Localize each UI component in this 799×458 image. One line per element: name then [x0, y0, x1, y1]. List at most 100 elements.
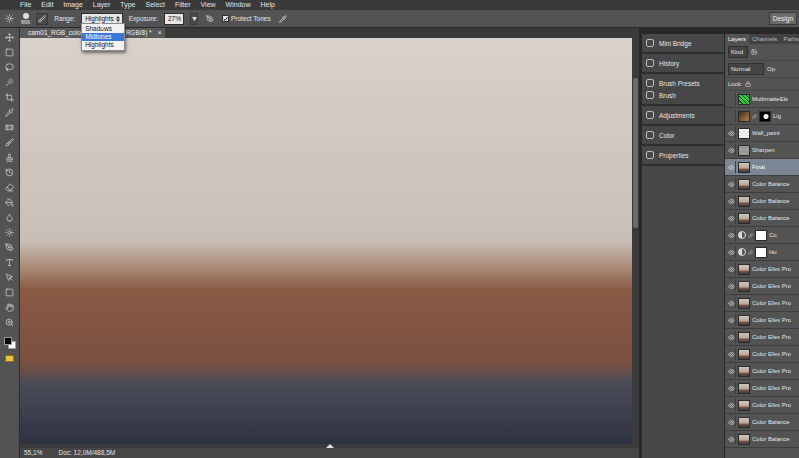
visibility-toggle[interactable] — [727, 263, 736, 275]
menu-item[interactable]: File — [20, 1, 31, 9]
layer-row[interactable]: Co — [725, 227, 799, 244]
visibility-toggle[interactable] — [727, 382, 736, 394]
visibility-toggle[interactable] — [727, 127, 736, 139]
stamp-icon[interactable] — [5, 153, 14, 162]
visibility-toggle[interactable] — [727, 229, 736, 241]
history-brush-icon[interactable] — [5, 168, 14, 177]
layer-row[interactable]: Color Efex Pro — [725, 397, 799, 414]
marquee-icon[interactable] — [5, 48, 14, 57]
visibility-toggle[interactable] — [727, 348, 736, 360]
type-icon[interactable] — [5, 258, 14, 267]
layer-row[interactable]: Color Balance — [725, 193, 799, 210]
layer-row[interactable]: Color Efex Pro — [725, 295, 799, 312]
shape-icon[interactable] — [5, 288, 14, 297]
visibility-toggle[interactable] — [727, 110, 736, 122]
close-tab-button[interactable]: × — [158, 29, 162, 37]
layer-row[interactable]: Color Efex Pro — [725, 312, 799, 329]
menu-item[interactable]: View — [201, 1, 216, 9]
brush-panel-button[interactable] — [36, 13, 48, 25]
workspace-button[interactable]: Design — [769, 12, 797, 25]
layer-row[interactable]: Color Balance — [725, 210, 799, 227]
menu-item[interactable]: Window — [226, 1, 251, 9]
dock-item[interactable]: History — [642, 57, 724, 69]
brush-size[interactable]: 866 — [21, 13, 30, 25]
layer-row[interactable]: Lig — [725, 108, 799, 125]
dock-item[interactable]: Color — [642, 129, 724, 141]
visibility-toggle[interactable] — [727, 416, 736, 428]
bucket-icon[interactable] — [5, 198, 14, 207]
visibility-toggle[interactable] — [727, 93, 736, 105]
range-option[interactable]: Midtones — [82, 33, 124, 41]
crop-icon[interactable] — [5, 93, 14, 102]
menu-item[interactable]: Select — [146, 1, 165, 9]
layer-row[interactable]: Hu — [725, 244, 799, 261]
layer-mask[interactable] — [755, 230, 767, 241]
visibility-toggle[interactable] — [727, 314, 736, 326]
layer-row[interactable]: MultimatteEle — [725, 91, 799, 108]
layer-row[interactable]: Color Efex Pro — [725, 261, 799, 278]
menu-item[interactable]: Type — [120, 1, 135, 9]
layer-row[interactable]: Wall_paint — [725, 125, 799, 142]
dock-item[interactable]: Adjustments — [642, 109, 724, 121]
protect-tones[interactable]: Protect Tones — [222, 15, 271, 22]
visibility-toggle[interactable] — [727, 246, 736, 258]
protect-tones-checkbox[interactable] — [222, 15, 229, 22]
blend-mode-dropdown[interactable]: Normal — [728, 63, 764, 75]
visibility-toggle[interactable] — [727, 161, 736, 173]
exposure-field[interactable]: 27% — [164, 13, 184, 25]
layer-row[interactable]: Color Efex Pro — [725, 346, 799, 363]
document-canvas[interactable] — [20, 38, 632, 444]
layer-row[interactable]: Color Balance — [725, 414, 799, 431]
dock-item[interactable]: Properties — [642, 149, 724, 161]
menu-item[interactable]: Help — [261, 1, 275, 9]
filter-dropdown[interactable]: Kind — [728, 46, 748, 58]
layer-row[interactable]: Sharpen — [725, 142, 799, 159]
layer-row[interactable]: Color Balance — [725, 176, 799, 193]
lasso-icon[interactable] — [5, 63, 14, 72]
visibility-toggle[interactable] — [727, 144, 736, 156]
visibility-toggle[interactable] — [727, 365, 736, 377]
color-swatches[interactable] — [4, 337, 16, 349]
panel-tab[interactable]: Channels — [749, 34, 780, 44]
layer-row[interactable]: Color Efex Pro — [725, 278, 799, 295]
path-select-icon[interactable] — [5, 273, 14, 282]
visibility-toggle[interactable] — [727, 433, 736, 445]
visibility-toggle[interactable] — [727, 297, 736, 309]
exposure-slider-button[interactable] — [190, 13, 198, 25]
layer-row[interactable]: Final — [725, 159, 799, 176]
zoom-level[interactable]: 55,1% — [24, 449, 42, 457]
visibility-toggle[interactable] — [727, 280, 736, 292]
tool-preset[interactable] — [3, 13, 15, 25]
eyedropper-icon[interactable] — [5, 108, 14, 117]
eraser-icon[interactable] — [5, 183, 14, 192]
brush-icon[interactable] — [5, 138, 14, 147]
panel-tab[interactable]: Paths — [780, 34, 799, 44]
menu-item[interactable]: Filter — [175, 1, 191, 9]
hand-icon[interactable] — [5, 303, 14, 312]
zoom-icon[interactable] — [5, 318, 14, 327]
wand-icon[interactable] — [5, 78, 14, 87]
menu-item[interactable]: Image — [63, 1, 82, 9]
airbrush-button[interactable] — [204, 13, 216, 25]
blur-icon[interactable] — [5, 213, 14, 222]
foreground-swatch[interactable] — [4, 337, 12, 345]
move-icon[interactable] — [5, 33, 14, 42]
visibility-toggle[interactable] — [727, 212, 736, 224]
layer-row[interactable]: Color Balance — [725, 431, 799, 448]
pressure-button[interactable] — [277, 13, 289, 25]
range-option[interactable]: Highlights — [82, 41, 124, 49]
vertical-scrollbar[interactable] — [632, 38, 639, 444]
dock-item[interactable]: Brush Presets — [642, 77, 724, 89]
panel-tab[interactable]: Layers — [725, 34, 749, 44]
dock-item[interactable]: Brush — [642, 89, 724, 101]
lock-icon[interactable] — [745, 81, 751, 87]
layer-mask[interactable] — [759, 111, 771, 122]
layer-row[interactable]: Color Efex Pro — [725, 380, 799, 397]
visibility-toggle[interactable] — [727, 178, 736, 190]
menu-item[interactable]: Edit — [41, 1, 53, 9]
layer-row[interactable]: Color Efex Pro — [725, 329, 799, 346]
dodge-icon[interactable] — [5, 228, 14, 237]
layer-mask[interactable] — [755, 247, 767, 258]
visibility-toggle[interactable] — [727, 331, 736, 343]
visibility-toggle[interactable] — [727, 195, 736, 207]
